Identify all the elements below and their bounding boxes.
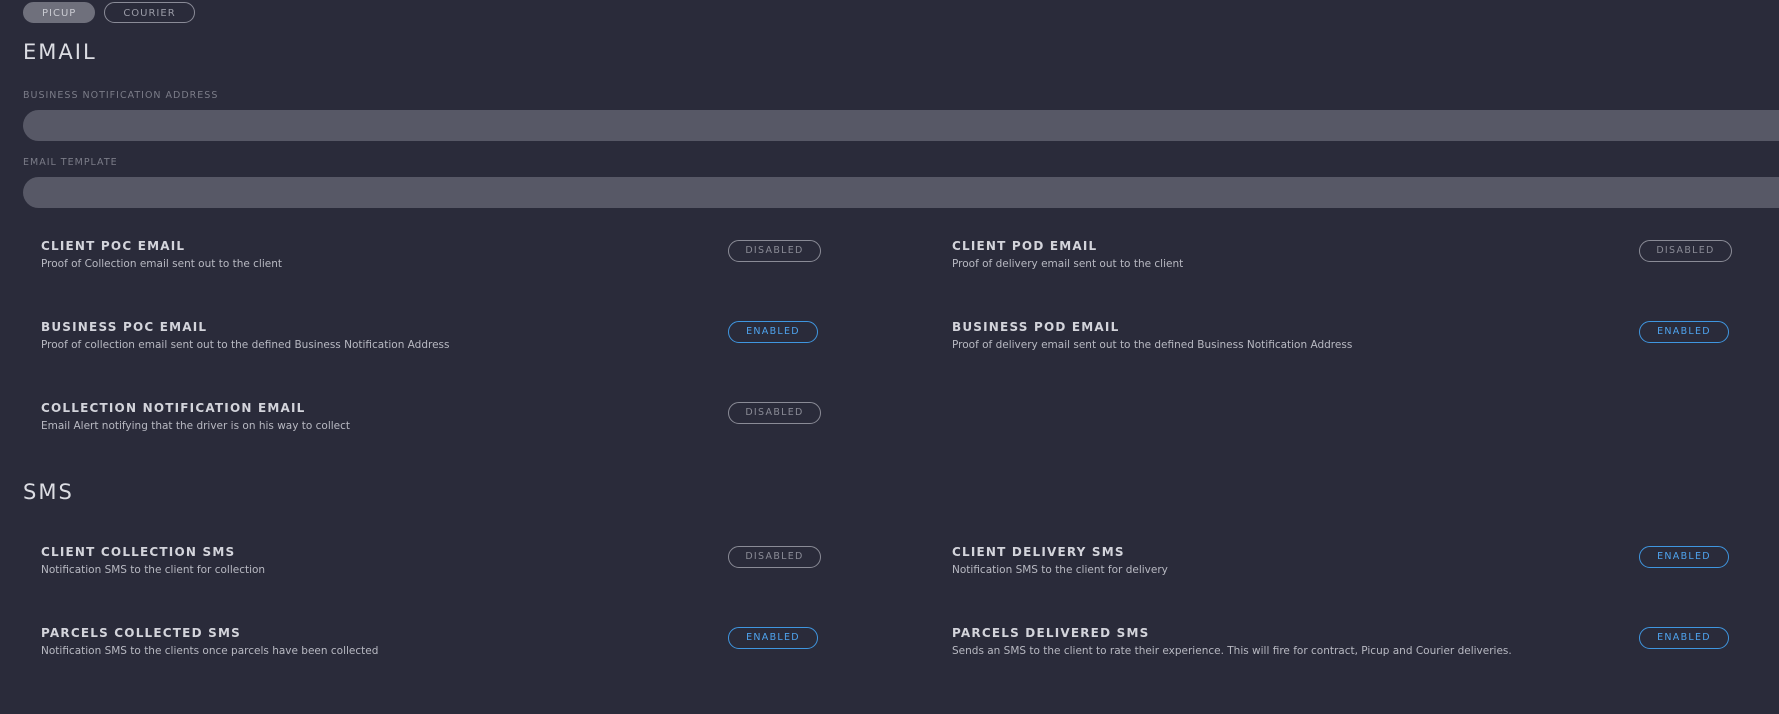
setting-business-pod-email: BUSINESS POD EMAIL Proof of delivery ema… — [952, 320, 1732, 360]
setting-description: Notification SMS to the clients once par… — [41, 645, 379, 657]
setting-name: CLIENT POC EMAIL — [41, 239, 186, 253]
email-section-title: EMAIL — [23, 40, 97, 64]
setting-business-poc-email: BUSINESS POC EMAIL Proof of collection e… — [41, 320, 821, 360]
parcels-collected-sms-toggle[interactable]: ENABLED — [728, 627, 818, 649]
setting-client-poc-email: CLIENT POC EMAIL Proof of Collection ema… — [41, 239, 821, 279]
setting-description: Notification SMS to the client for deliv… — [952, 564, 1168, 576]
email-template-label: EMAIL TEMPLATE — [23, 157, 118, 168]
setting-name: COLLECTION NOTIFICATION EMAIL — [41, 401, 306, 415]
setting-description: Proof of Collection email sent out to th… — [41, 258, 283, 270]
collection-notification-email-toggle[interactable]: DISABLED — [728, 402, 821, 424]
email-template-input[interactable] — [23, 177, 1779, 208]
setting-client-delivery-sms: CLIENT DELIVERY SMS Notification SMS to … — [952, 545, 1732, 585]
mode-tabs: PICUP COURIER — [23, 2, 195, 23]
tab-courier[interactable]: COURIER — [104, 2, 195, 23]
client-collection-sms-toggle[interactable]: DISABLED — [728, 546, 821, 568]
business-notification-address-label: BUSINESS NOTIFICATION ADDRESS — [23, 90, 219, 101]
setting-description: Email Alert notifying that the driver is… — [41, 420, 351, 432]
setting-description: Sends an SMS to the client to rate their… — [952, 645, 1512, 657]
client-poc-email-toggle[interactable]: DISABLED — [728, 240, 821, 262]
business-pod-email-toggle[interactable]: ENABLED — [1639, 321, 1729, 343]
business-poc-email-toggle[interactable]: ENABLED — [728, 321, 818, 343]
setting-name: CLIENT POD EMAIL — [952, 239, 1098, 253]
setting-name: PARCELS COLLECTED SMS — [41, 626, 241, 640]
business-notification-address-input[interactable] — [23, 110, 1779, 141]
setting-name: BUSINESS POC EMAIL — [41, 320, 208, 334]
setting-client-pod-email: CLIENT POD EMAIL Proof of delivery email… — [952, 239, 1732, 279]
setting-description: Notification SMS to the client for colle… — [41, 564, 266, 576]
setting-collection-notification-email: COLLECTION NOTIFICATION EMAIL Email Aler… — [41, 401, 821, 441]
client-delivery-sms-toggle[interactable]: ENABLED — [1639, 546, 1729, 568]
parcels-delivered-sms-toggle[interactable]: ENABLED — [1639, 627, 1729, 649]
sms-section-title: SMS — [23, 480, 74, 504]
setting-name: CLIENT COLLECTION SMS — [41, 545, 236, 559]
setting-client-collection-sms: CLIENT COLLECTION SMS Notification SMS t… — [41, 545, 821, 585]
setting-description: Proof of delivery email sent out to the … — [952, 258, 1184, 270]
client-pod-email-toggle[interactable]: DISABLED — [1639, 240, 1732, 262]
setting-name: CLIENT DELIVERY SMS — [952, 545, 1125, 559]
setting-name: BUSINESS POD EMAIL — [952, 320, 1120, 334]
setting-name: PARCELS DELIVERED SMS — [952, 626, 1150, 640]
setting-description: Proof of collection email sent out to th… — [41, 339, 450, 351]
setting-parcels-collected-sms: PARCELS COLLECTED SMS Notification SMS t… — [41, 626, 821, 666]
notification-settings-page: PICUP COURIER EMAIL BUSINESS NOTIFICATIO… — [0, 0, 1779, 714]
tab-picup[interactable]: PICUP — [23, 2, 96, 23]
setting-parcels-delivered-sms: PARCELS DELIVERED SMS Sends an SMS to th… — [952, 626, 1732, 666]
setting-description: Proof of delivery email sent out to the … — [952, 339, 1353, 351]
